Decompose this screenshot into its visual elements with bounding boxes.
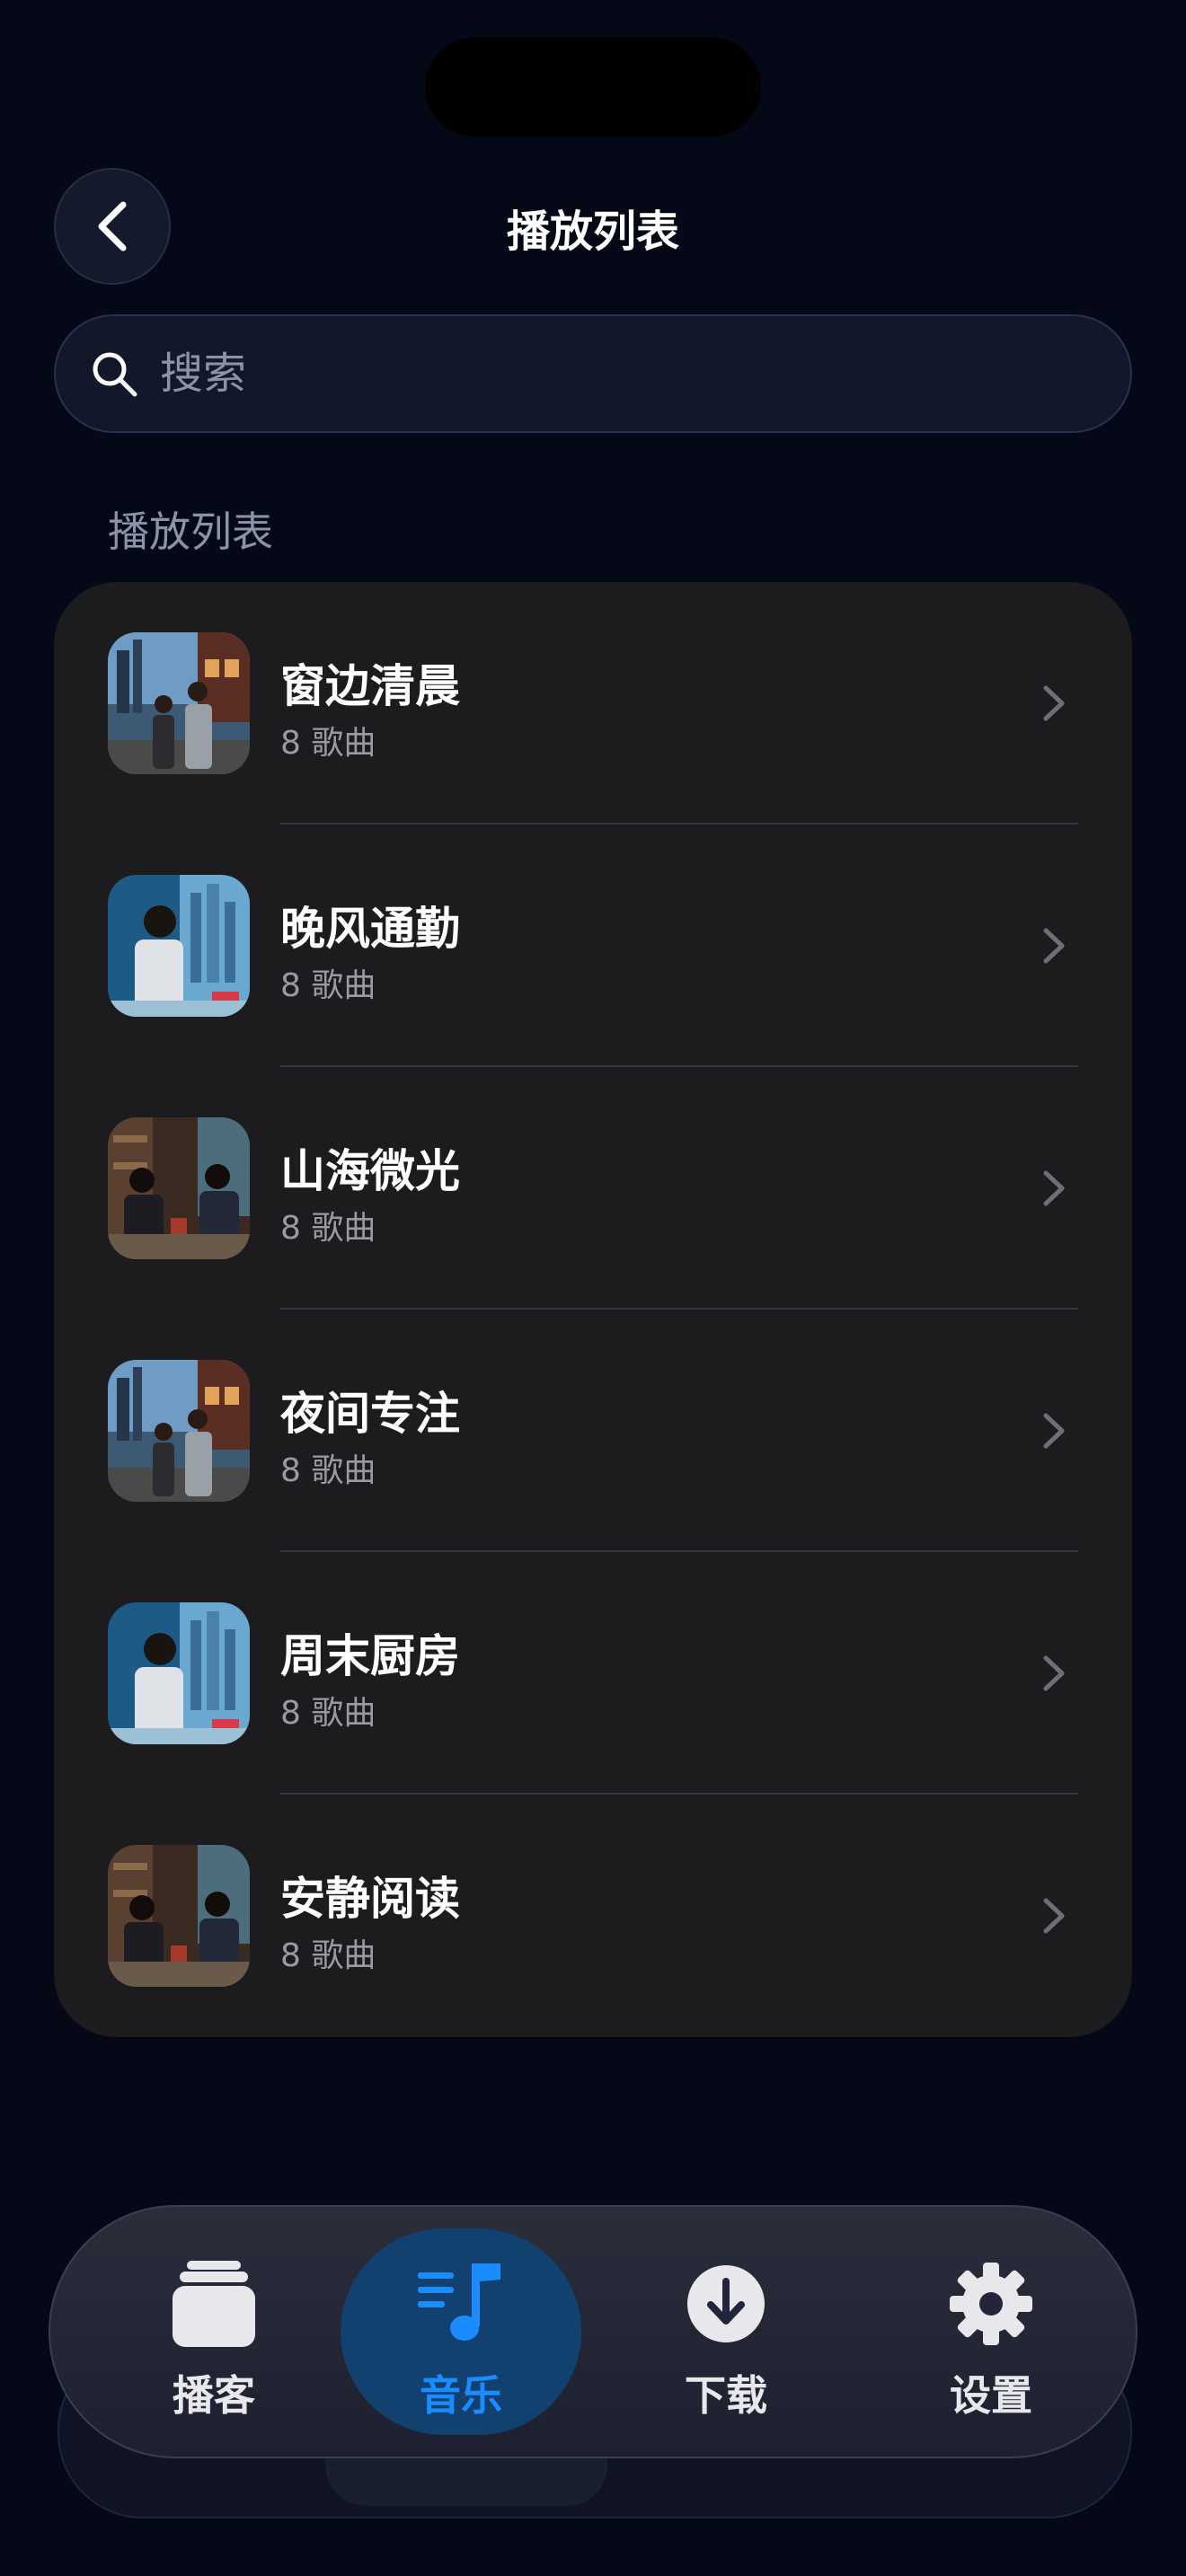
- playlist-row[interactable]: 窗边清晨 8 歌曲: [54, 582, 1132, 825]
- page-title: 播放列表: [506, 207, 679, 257]
- playlist-row[interactable]: 山海微光 8 歌曲: [54, 1067, 1132, 1310]
- playlist-thumbnail: [108, 1602, 250, 1744]
- tab-label: 音乐: [420, 2371, 502, 2420]
- tab-download[interactable]: 下载: [609, 2207, 843, 2460]
- playlist-thumbnail: [108, 1117, 250, 1259]
- chevron-right-icon: [1043, 1898, 1065, 1934]
- playlist-row[interactable]: 晚风通勤 8 歌曲: [54, 825, 1132, 1067]
- playlist-song-count: 8 歌曲: [280, 1210, 376, 1247]
- chevron-right-icon: [1043, 928, 1065, 964]
- playlist-thumbnail: [108, 1845, 250, 1987]
- tab-settings[interactable]: 设置: [874, 2207, 1108, 2460]
- playlist-title: 晚风通勤: [280, 903, 460, 955]
- playlist-song-count: 8 歌曲: [280, 1937, 376, 1974]
- chevron-right-icon: [1043, 1655, 1065, 1691]
- chevron-right-icon: [1043, 1170, 1065, 1206]
- playlist-row[interactable]: 安静阅读 8 歌曲: [54, 1795, 1132, 2037]
- playlist-thumbnail: [108, 875, 250, 1017]
- playlist-song-count: 8 歌曲: [280, 1695, 376, 1732]
- playlist-title: 窗边清晨: [280, 660, 460, 712]
- playlist-song-count: 8 歌曲: [280, 725, 376, 762]
- tab-music[interactable]: 音乐: [344, 2207, 578, 2460]
- playlist-thumbnail: [108, 1360, 250, 1502]
- playlist-title: 夜间专注: [280, 1388, 460, 1440]
- music-note-icon: [416, 2259, 506, 2349]
- playlist-title: 山海微光: [280, 1145, 460, 1197]
- search-input[interactable]: [158, 348, 1130, 400]
- playlist-song-count: 8 歌曲: [280, 1452, 376, 1489]
- playlist-thumbnail: [108, 632, 250, 774]
- search-icon: [90, 349, 138, 398]
- chevron-right-icon: [1043, 685, 1065, 721]
- download-icon: [681, 2259, 771, 2349]
- stack-icon: [169, 2259, 259, 2349]
- playlist-song-count: 8 歌曲: [280, 967, 376, 1004]
- chevron-right-icon: [1043, 1413, 1065, 1449]
- section-label: 播放列表: [108, 507, 273, 556]
- tab-label: 播客: [173, 2371, 255, 2420]
- search-bar[interactable]: [54, 314, 1132, 433]
- dynamic-island: [425, 38, 761, 137]
- gear-icon: [946, 2259, 1036, 2349]
- playlist-row[interactable]: 周末厨房 8 歌曲: [54, 1552, 1132, 1795]
- playlist-list: 窗边清晨 8 歌曲 晚风通勤 8 歌曲 山海微光 8 歌曲 夜间专注 8 歌曲 …: [54, 582, 1132, 2037]
- tab-label: 下载: [685, 2371, 767, 2420]
- playlist-row[interactable]: 夜间专注 8 歌曲: [54, 1310, 1132, 1552]
- playlist-title: 安静阅读: [280, 1873, 460, 1925]
- tab-bar: 播客 音乐 下载 设置: [49, 2205, 1137, 2458]
- tab-podcast[interactable]: 播客: [97, 2207, 331, 2460]
- playlist-title: 周末厨房: [280, 1630, 460, 1682]
- tab-label: 设置: [950, 2371, 1032, 2420]
